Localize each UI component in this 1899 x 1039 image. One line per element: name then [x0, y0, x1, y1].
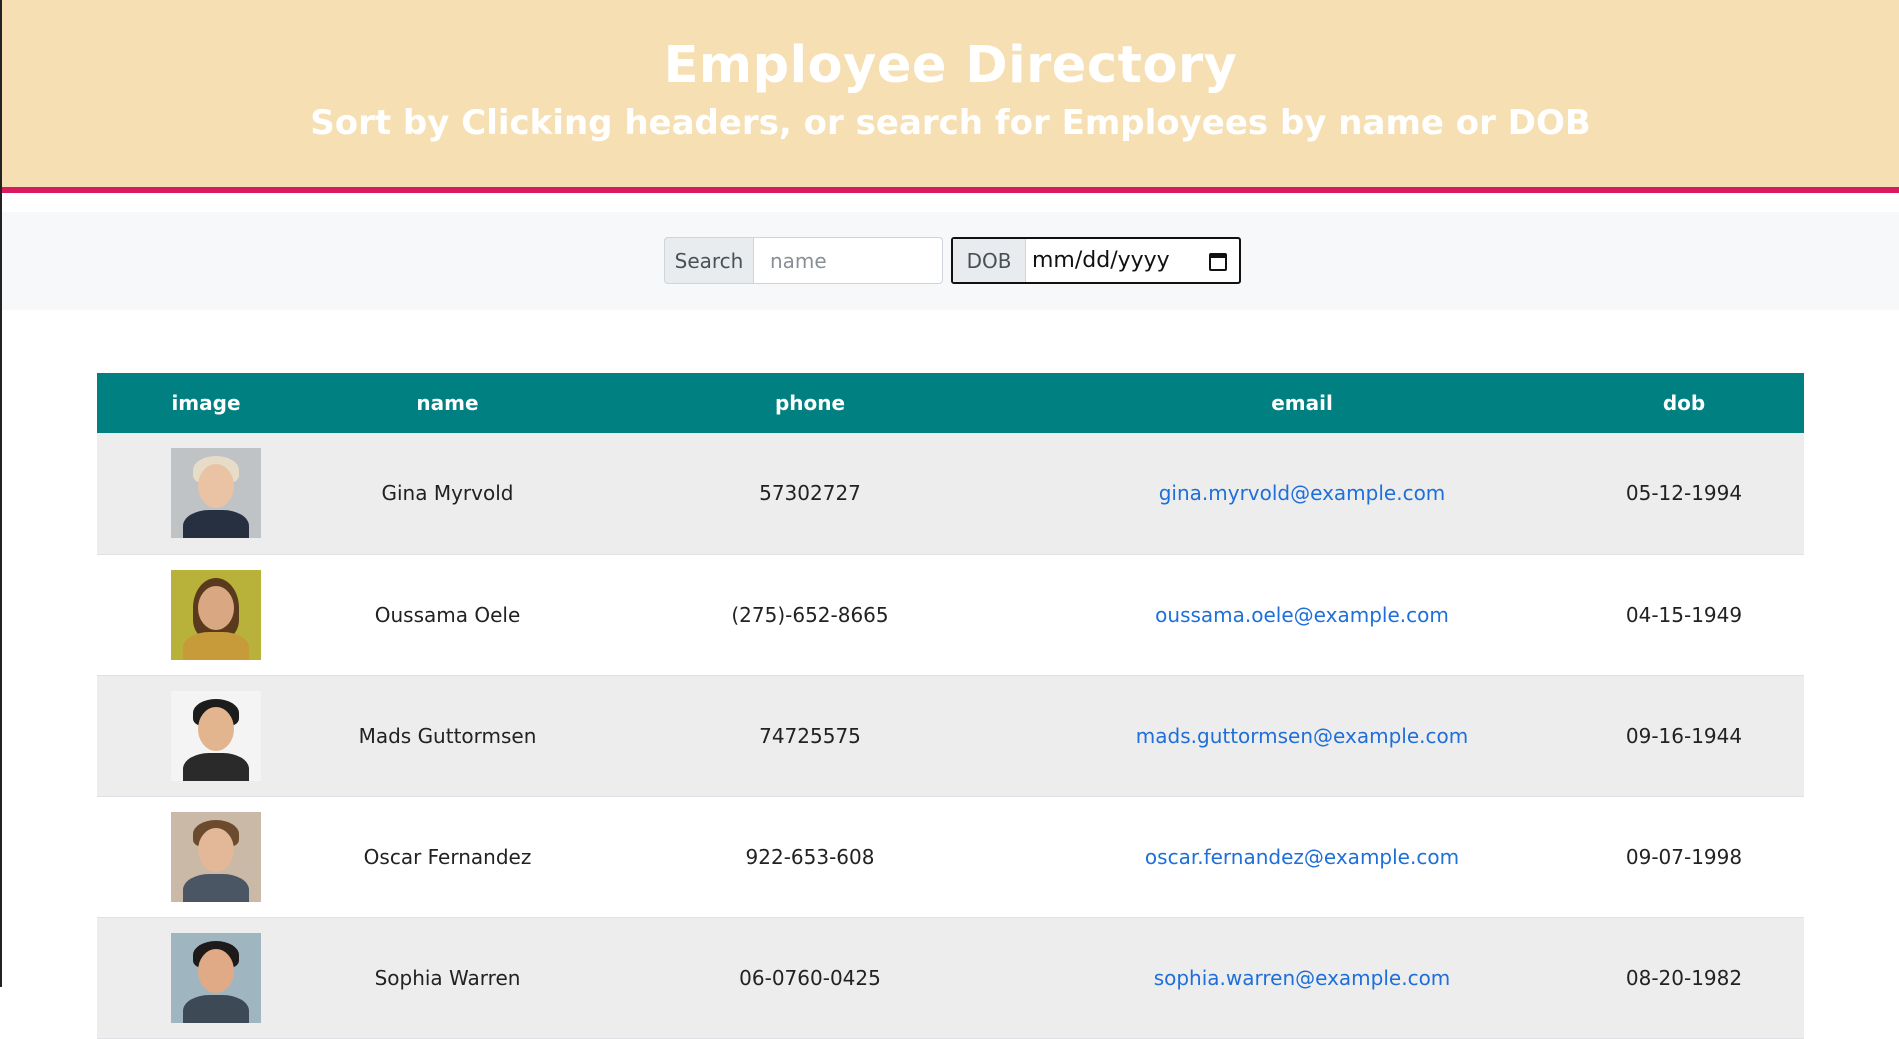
- name-cell: Sophia Warren: [374, 965, 521, 990]
- dob-cell: 05-12-1994: [1625, 481, 1743, 506]
- name-search-group: Search name: [664, 237, 943, 284]
- email-link[interactable]: oscar.fernandez@example.com: [1040, 796, 1564, 917]
- search-bar: Search name DOB mm/dd/yyyy: [2, 212, 1899, 310]
- employee-avatar: [171, 932, 261, 1023]
- employee-table-container: image name phone email dob Gina Myrvold …: [97, 373, 1804, 1039]
- phone-cell: 06-0760-0425: [739, 965, 881, 990]
- page-header: Employee Directory Sort by Clicking head…: [2, 0, 1899, 193]
- employee-avatar: [171, 569, 261, 660]
- table-row: Gina Myrvold 57302727 gina.myrvold@examp…: [97, 433, 1804, 554]
- employee-avatar: [171, 811, 261, 902]
- dob-cell: 08-20-1982: [1625, 965, 1743, 990]
- employee-avatar: [171, 690, 261, 781]
- dob-cell: 09-16-1944: [1625, 723, 1743, 748]
- email-link[interactable]: mads.guttormsen@example.com: [1040, 675, 1564, 796]
- column-header-dob[interactable]: dob: [1564, 373, 1804, 433]
- email-link[interactable]: sophia.warren@example.com: [1040, 917, 1564, 1038]
- phone-cell: 57302727: [759, 481, 861, 506]
- employee-table: image name phone email dob Gina Myrvold …: [97, 373, 1804, 1039]
- page-title: Employee Directory: [663, 36, 1238, 95]
- image-cell: [97, 675, 315, 796]
- dob-cell: 09-07-1998: [1625, 844, 1743, 869]
- dob-date-input[interactable]: mm/dd/yyyy: [1026, 239, 1239, 282]
- email-link[interactable]: gina.myrvold@example.com: [1040, 433, 1564, 554]
- table-row: Oscar Fernandez 922-653-608 oscar.fernan…: [97, 796, 1804, 917]
- name-cell: Gina Myrvold: [381, 481, 514, 506]
- name-cell: Oscar Fernandez: [363, 844, 532, 869]
- dob-cell: 04-15-1949: [1625, 602, 1743, 627]
- dob-label: DOB: [953, 239, 1026, 282]
- table-row: Oussama Oele (275)-652-8665 oussama.oele…: [97, 554, 1804, 675]
- phone-cell: (275)-652-8665: [731, 602, 889, 627]
- table-header-row: image name phone email dob: [97, 373, 1804, 433]
- calendar-icon[interactable]: [1209, 251, 1229, 271]
- dob-date-value: mm/dd/yyyy: [1032, 248, 1170, 273]
- phone-cell: 922-653-608: [745, 844, 875, 869]
- image-cell: [97, 433, 315, 554]
- name-search-input[interactable]: name: [754, 237, 943, 284]
- dob-search-group: DOB mm/dd/yyyy: [951, 237, 1241, 284]
- page-subtitle: Sort by Clicking headers, or search for …: [310, 103, 1591, 143]
- email-link[interactable]: oussama.oele@example.com: [1040, 554, 1564, 675]
- image-cell: [97, 554, 315, 675]
- search-label: Search: [664, 237, 754, 284]
- column-header-name[interactable]: name: [315, 373, 580, 433]
- name-cell: Oussama Oele: [374, 602, 521, 627]
- image-cell: [97, 917, 315, 1038]
- table-row: Mads Guttormsen 74725575 mads.guttormsen…: [97, 675, 1804, 796]
- image-cell: [97, 796, 315, 917]
- column-header-image[interactable]: image: [97, 373, 315, 433]
- column-header-email[interactable]: email: [1040, 373, 1564, 433]
- phone-cell: 74725575: [759, 723, 861, 748]
- table-row: Sophia Warren 06-0760-0425 sophia.warren…: [97, 917, 1804, 1038]
- column-header-phone[interactable]: phone: [580, 373, 1040, 433]
- employee-avatar: [171, 448, 261, 539]
- name-cell: Mads Guttormsen: [358, 723, 537, 748]
